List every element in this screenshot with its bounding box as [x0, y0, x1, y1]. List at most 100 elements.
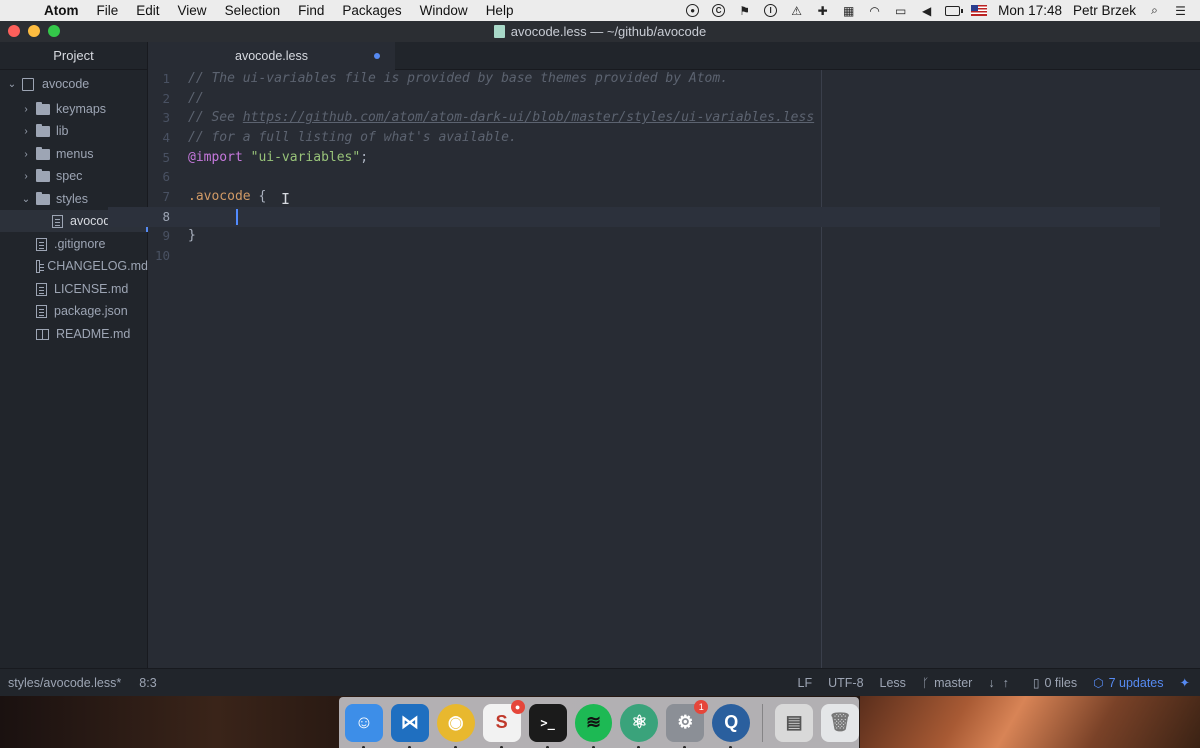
status-file-path[interactable]: styles/avocode.less* — [8, 676, 121, 690]
book-icon — [36, 328, 49, 340]
code-comment-link[interactable]: https://github.com/atom/atom-dark-ui/blo… — [243, 110, 814, 125]
menu-help[interactable]: Help — [477, 3, 523, 18]
status-grammar[interactable]: Less — [880, 676, 906, 690]
line-number: 4 — [162, 130, 170, 145]
line-number: 9 — [162, 228, 170, 243]
tree-file-gitignore[interactable]: .gitignore — [0, 233, 148, 255]
menu-find[interactable]: Find — [289, 3, 333, 18]
volume-icon[interactable]: ◀ — [919, 4, 934, 18]
notification-center-icon[interactable]: ☰ — [1173, 4, 1188, 18]
window-title-bar: avocode.less — ~/github/avocode — [0, 21, 1200, 42]
input-source-flag-icon[interactable] — [971, 5, 988, 16]
window-close-button[interactable] — [8, 25, 20, 37]
code-comment: // — [188, 91, 204, 106]
airplay-icon[interactable]: ▭ — [893, 4, 908, 18]
chevron-down-icon[interactable]: ⌄ — [20, 194, 32, 205]
package-icon: ⬡ — [1093, 675, 1104, 690]
tree-item-label: package.json — [54, 304, 128, 318]
chevron-right-icon[interactable]: › — [20, 126, 32, 137]
copyright-icon[interactable]: C — [711, 4, 726, 18]
window-zoom-button[interactable] — [48, 25, 60, 37]
status-encoding[interactable]: UTF-8 — [828, 676, 863, 690]
code-class-selector: .avocode — [188, 189, 251, 204]
tree-item-label: LICENSE.md — [54, 282, 129, 296]
menu-file[interactable]: File — [88, 3, 128, 18]
dock-finder-icon[interactable]: ☺ — [345, 703, 383, 748]
menu-edit[interactable]: Edit — [127, 3, 168, 18]
code-comment: // for a full listing of what's availabl… — [188, 130, 517, 145]
chevron-right-icon[interactable]: › — [20, 171, 32, 182]
code-editor[interactable]: 1 2 3 4 5 6 7 8 9 10 // The ui-variables… — [108, 69, 1200, 668]
tree-folder-menus[interactable]: › menus — [0, 143, 148, 165]
dock-atom-icon[interactable]: ⚛ — [620, 703, 659, 748]
tree-folder-keymaps[interactable]: › keymaps — [0, 98, 148, 120]
dock-system-preferences-icon[interactable]: ⚙ 1 — [666, 699, 709, 748]
tree-item-label: keymaps — [56, 102, 107, 116]
menu-app-name[interactable]: Atom — [40, 3, 88, 18]
warning-icon[interactable]: ⚠ — [789, 4, 804, 18]
window-minimize-button[interactable] — [28, 25, 40, 37]
train-icon[interactable]: ⚑ — [737, 4, 752, 18]
folder-icon — [36, 146, 50, 160]
tree-file-changelog[interactable]: CHANGELOG.md — [0, 255, 148, 277]
wifi-icon[interactable]: ◠ — [867, 4, 882, 18]
tab-avocode-less[interactable]: avocode.less — [148, 42, 395, 70]
tree-item-label: lib — [56, 124, 69, 138]
chevron-right-icon[interactable]: › — [20, 149, 32, 160]
finder-glyph: ☺ — [354, 712, 374, 732]
code-line-1: // The ui-variables file is provided by … — [188, 69, 728, 89]
menu-window[interactable]: Window — [411, 3, 477, 18]
project-panel-title[interactable]: Project — [0, 42, 147, 70]
line-number: 1 — [162, 71, 170, 86]
repo-icon — [22, 77, 34, 91]
status-line-ending[interactable]: LF — [798, 676, 813, 690]
tree-file-readme[interactable]: README.md — [0, 323, 148, 345]
dock-chrome-icon[interactable]: ◉ — [436, 703, 475, 748]
code-line-2: // — [188, 89, 204, 109]
document-icon — [493, 25, 505, 38]
menubar-user[interactable]: Petr Brzek — [1073, 3, 1136, 18]
chevron-down-icon[interactable]: ⌄ — [6, 79, 18, 90]
dock-vscode-icon[interactable]: ⋈ — [390, 703, 429, 748]
squirrel-update-icon[interactable]: ✦ — [1180, 675, 1190, 690]
status-cursor-position[interactable]: 8:3 — [139, 676, 156, 690]
status-git-branch[interactable]: ᚴ master — [922, 676, 972, 690]
line-number: 6 — [162, 169, 170, 184]
dock-quicktime-icon[interactable]: Q — [712, 703, 751, 748]
menubar-clock[interactable]: Mon 17:48 — [998, 3, 1062, 18]
menu-view[interactable]: View — [169, 3, 216, 18]
arrow-up-icon[interactable]: ↑ — [1003, 676, 1017, 690]
tree-folder-spec[interactable]: › spec — [0, 165, 148, 187]
folder-icon — [36, 101, 50, 115]
arrow-down-icon[interactable]: ↓ — [988, 676, 1002, 690]
record-icon[interactable]: ● — [685, 4, 700, 18]
dock-trash-icon[interactable]: 🗑 — [821, 703, 859, 742]
tree-item-label: CHANGELOG.md — [47, 259, 148, 273]
tree-root-avocode[interactable]: ⌄ avocode — [0, 73, 148, 95]
code-line-3: // See https://github.com/atom/atom-dark… — [188, 108, 814, 128]
dock-terminal-icon[interactable]: >_ — [528, 703, 567, 748]
tree-folder-lib[interactable]: › lib — [0, 120, 148, 142]
dock-spotify-icon[interactable]: ≋ — [574, 703, 613, 748]
menu-packages[interactable]: Packages — [333, 3, 410, 18]
onepassword-icon[interactable]: I — [763, 4, 778, 18]
status-files-label: 0 files — [1044, 675, 1078, 690]
spotlight-search-icon[interactable]: ⌕ — [1147, 3, 1162, 18]
quicktime-glyph: Q — [724, 712, 739, 732]
dock-preview-icon[interactable]: ▤ — [775, 703, 814, 742]
status-github-files[interactable]: ▯ 0 files — [1033, 676, 1077, 690]
status-fetch-push[interactable]: ↓↑ — [988, 676, 1017, 690]
notification-badge: ● — [510, 699, 525, 714]
dock-sketch-icon[interactable]: S ● — [482, 699, 525, 748]
status-package-updates[interactable]: ⬡ 7 updates — [1093, 676, 1163, 690]
line-number: 7 — [162, 189, 170, 204]
memory-icon[interactable]: ▦ — [841, 4, 856, 18]
battery-icon[interactable] — [945, 4, 964, 18]
tree-file-package-json[interactable]: package.json — [0, 300, 148, 322]
plus-icon[interactable]: ✚ — [815, 4, 830, 18]
modified-dot-icon[interactable] — [374, 53, 380, 59]
tree-file-license[interactable]: LICENSE.md — [0, 278, 148, 300]
chevron-right-icon[interactable]: › — [20, 104, 32, 115]
menu-selection[interactable]: Selection — [216, 3, 290, 18]
